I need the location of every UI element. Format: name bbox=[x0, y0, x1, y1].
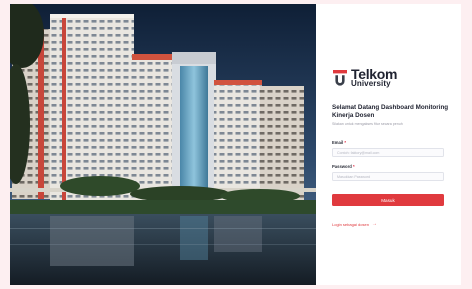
hero-campus-image bbox=[10, 4, 316, 285]
login-panel: Telkom University Selamat Datang Dashboa… bbox=[316, 4, 461, 285]
password-label-text: Password bbox=[332, 164, 352, 169]
telkom-university-logo: Telkom University bbox=[333, 67, 443, 92]
campus-illustration bbox=[10, 4, 316, 285]
page-frame: Telkom University Selamat Datang Dashboa… bbox=[10, 4, 461, 285]
password-required-mark: * bbox=[352, 164, 355, 169]
telkom-logo-icon bbox=[333, 70, 347, 86]
welcome-subtitle: Silakan untuk mengakses fitur secara pen… bbox=[332, 122, 403, 126]
email-field[interactable] bbox=[332, 148, 444, 157]
arrow-right-icon: → bbox=[371, 221, 377, 227]
email-label-text: Email bbox=[332, 140, 344, 145]
login-as-lecturer-label: Login sebagai dosen bbox=[332, 222, 369, 227]
password-field[interactable] bbox=[332, 172, 444, 181]
login-submit-button[interactable]: Masuk bbox=[332, 194, 444, 206]
email-label: Email * bbox=[332, 140, 346, 145]
brand-sub: University bbox=[351, 79, 391, 88]
login-as-lecturer-link[interactable]: Login sebagai dosen → bbox=[332, 221, 377, 228]
welcome-title: Selamat Datang Dashboard Monitoring Kine… bbox=[332, 104, 449, 119]
email-required-mark: * bbox=[344, 140, 346, 145]
password-label: Password * bbox=[332, 164, 355, 169]
